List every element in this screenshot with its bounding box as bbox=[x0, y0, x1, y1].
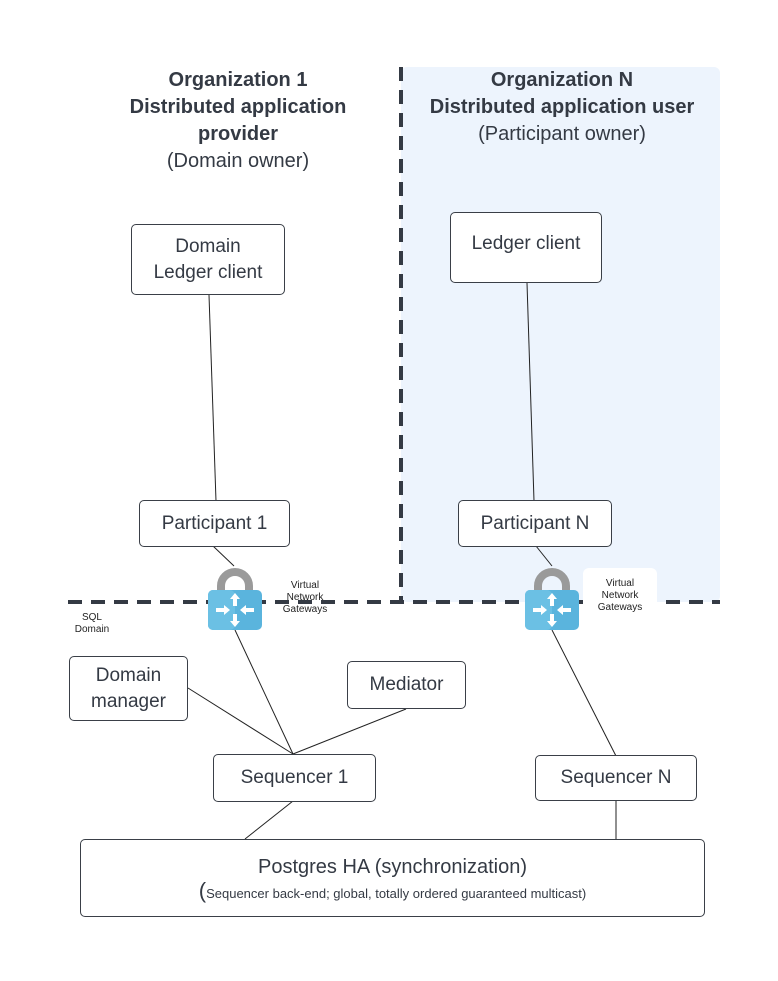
sequencer-n-label: Sequencer N bbox=[560, 767, 672, 788]
domain-ledger-client-line2: Ledger client bbox=[153, 261, 263, 283]
domain-ledger-client-line1: Domain bbox=[175, 235, 241, 257]
domain-manager-line1: Domain bbox=[95, 664, 162, 686]
org-1-title: Organization 1 bbox=[168, 69, 308, 91]
ledger-client-node[interactable]: Ledger client bbox=[450, 212, 602, 283]
org-n-subtitle: Distributed application user bbox=[429, 96, 695, 118]
participant-1-label: Participant 1 bbox=[161, 512, 268, 534]
mediator-node[interactable]: Mediator bbox=[347, 661, 466, 709]
postgres-ha-subtitle-paren: ( bbox=[198, 877, 207, 903]
gateway-n-label: Virtual Network Gateways bbox=[583, 568, 657, 622]
org-1-subtitle-line1: Distributed application bbox=[129, 96, 347, 118]
postgres-ha-node[interactable]: Postgres HA (synchronization) (Sequencer… bbox=[80, 839, 705, 917]
participant-n-label: Participant N bbox=[480, 512, 590, 534]
org-1-role: (Domain owner) bbox=[166, 150, 310, 172]
edge-ledger-participantN bbox=[526, 282, 535, 502]
sequencer-1-node[interactable]: Sequencer 1 bbox=[213, 754, 376, 802]
org-n-title: Organization N bbox=[490, 69, 634, 91]
virtual-network-gateway-1-icon[interactable] bbox=[205, 568, 265, 632]
sequencer-1-label: Sequencer 1 bbox=[240, 767, 349, 788]
gateway-1-label-line2: Network bbox=[286, 592, 324, 603]
org-n-role: (Participant owner) bbox=[478, 123, 646, 145]
sql-domain-label: SQL Domain bbox=[66, 612, 118, 636]
sequencer-n-node[interactable]: Sequencer N bbox=[535, 755, 697, 801]
gateway-1-label-line3: Gateways bbox=[282, 604, 328, 615]
gateway-n-label-line3: Gateways bbox=[597, 602, 643, 613]
domain-manager-line2: manager bbox=[91, 690, 166, 712]
edge-sequencer1-postgres bbox=[244, 800, 294, 840]
participant-n-node[interactable]: Participant N bbox=[458, 500, 612, 547]
org-1-subtitle-line2: provider bbox=[197, 123, 279, 145]
ledger-client-label: Ledger client bbox=[471, 233, 581, 254]
sql-domain-label-line2: Domain bbox=[74, 624, 110, 635]
edge-participant1-gateway bbox=[212, 545, 235, 567]
postgres-ha-title: Postgres HA (synchronization) bbox=[257, 855, 527, 878]
gateway-n-label-line2: Network bbox=[601, 590, 639, 601]
domain-manager-node[interactable]: Domain manager bbox=[69, 656, 188, 721]
org-1-heading: Organization 1 Distributed application p… bbox=[98, 67, 378, 175]
gateway-1-label-line1: Virtual bbox=[290, 580, 320, 591]
org-n-heading: Organization N Distributed application u… bbox=[405, 67, 719, 148]
sql-domain-label-line1: SQL bbox=[81, 612, 102, 623]
participant-1-node[interactable]: Participant 1 bbox=[139, 500, 290, 547]
gateway-1-label: Virtual Network Gateways bbox=[278, 580, 332, 616]
edge-participantN-gateway bbox=[535, 545, 553, 567]
domain-ledger-client-node[interactable]: Domain Ledger client bbox=[131, 224, 285, 295]
edge-gatewayN-sequencerN bbox=[551, 629, 617, 757]
mediator-label: Mediator bbox=[369, 674, 444, 695]
edge-domain-ledger-participant1 bbox=[208, 294, 217, 502]
edge-mediator-sequencer1 bbox=[292, 708, 407, 755]
gateway-n-label-line1: Virtual bbox=[605, 578, 635, 589]
postgres-ha-subtitle-text: Sequencer back-end; global, totally orde… bbox=[206, 885, 587, 901]
virtual-network-gateway-n-icon[interactable] bbox=[522, 568, 582, 632]
postgres-ha-subtitle: (Sequencer back-end; global, totally ord… bbox=[198, 877, 587, 904]
